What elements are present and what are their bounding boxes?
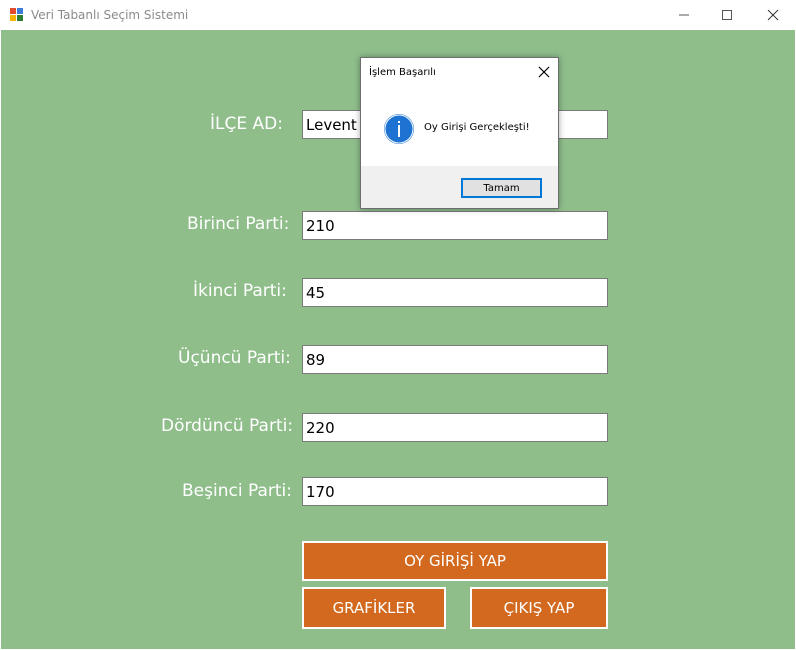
- ok-button[interactable]: Tamam: [461, 178, 542, 198]
- close-icon: [538, 66, 550, 78]
- dialog-title: İşlem Başarılı: [369, 67, 436, 78]
- exit-button[interactable]: ÇIKIŞ YAP: [470, 587, 608, 629]
- close-button[interactable]: [750, 0, 796, 30]
- window-title: Veri Tabanlı Seçim Sistemi: [31, 8, 189, 22]
- party4-input[interactable]: 220: [302, 413, 608, 442]
- minimize-button[interactable]: [661, 0, 707, 30]
- window-title-bar[interactable]: Veri Tabanlı Seçim Sistemi: [0, 0, 796, 30]
- dialog-close-button[interactable]: [537, 65, 551, 79]
- info-icon: [383, 113, 415, 145]
- party2-input[interactable]: 45: [302, 278, 608, 307]
- app-icon: [10, 8, 24, 22]
- party1-label: Birinci Parti:: [187, 214, 290, 234]
- party4-label: Dördüncü Parti:: [161, 416, 294, 436]
- party5-label: Beşinci Parti:: [182, 481, 292, 501]
- party5-input[interactable]: 170: [302, 477, 608, 506]
- district-label: İLÇE AD:: [210, 114, 283, 134]
- close-icon: [767, 9, 779, 21]
- dialog-footer: Tamam: [361, 166, 558, 208]
- party3-label: Üçüncü Parti:: [178, 348, 291, 368]
- success-dialog: İşlem Başarılı Oy Girişi Gerçekleşti! Ta…: [360, 57, 559, 209]
- dialog-message: Oy Girişi Gerçekleşti!: [424, 122, 530, 133]
- party3-input[interactable]: 89: [302, 345, 608, 374]
- party1-input[interactable]: 210: [302, 211, 608, 240]
- submit-vote-button[interactable]: OY GİRİŞİ YAP: [302, 541, 608, 581]
- party2-label: İkinci Parti:: [193, 281, 287, 301]
- maximize-button[interactable]: [704, 0, 750, 30]
- charts-button[interactable]: GRAFİKLER: [302, 587, 446, 629]
- maximize-icon: [722, 10, 732, 20]
- minimize-icon: [679, 14, 689, 16]
